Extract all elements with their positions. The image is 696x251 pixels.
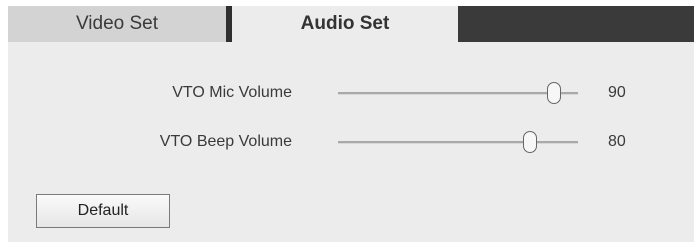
mic-volume-thumb[interactable] (547, 82, 561, 104)
tab-audio-set[interactable]: Audio Set (232, 6, 458, 42)
audio-settings-panel: Video Set Audio Set VTO Mic Volume 90 VT… (8, 6, 694, 242)
mic-volume-row: VTO Mic Volume 90 (8, 78, 694, 108)
beep-volume-row: VTO Beep Volume 80 (8, 127, 694, 157)
beep-volume-slider[interactable] (338, 127, 578, 157)
beep-volume-thumb[interactable] (523, 131, 537, 153)
mic-volume-value: 90 (608, 84, 626, 101)
mic-volume-track (338, 92, 578, 95)
beep-volume-track (338, 141, 578, 144)
mic-volume-slider[interactable] (338, 78, 578, 108)
beep-volume-label: VTO Beep Volume (159, 133, 292, 150)
tab-bar: Video Set Audio Set (8, 6, 694, 42)
tab-video-set[interactable]: Video Set (8, 6, 226, 42)
beep-volume-value: 80 (608, 133, 626, 150)
default-button[interactable]: Default (36, 194, 170, 228)
mic-volume-label: VTO Mic Volume (172, 84, 292, 101)
